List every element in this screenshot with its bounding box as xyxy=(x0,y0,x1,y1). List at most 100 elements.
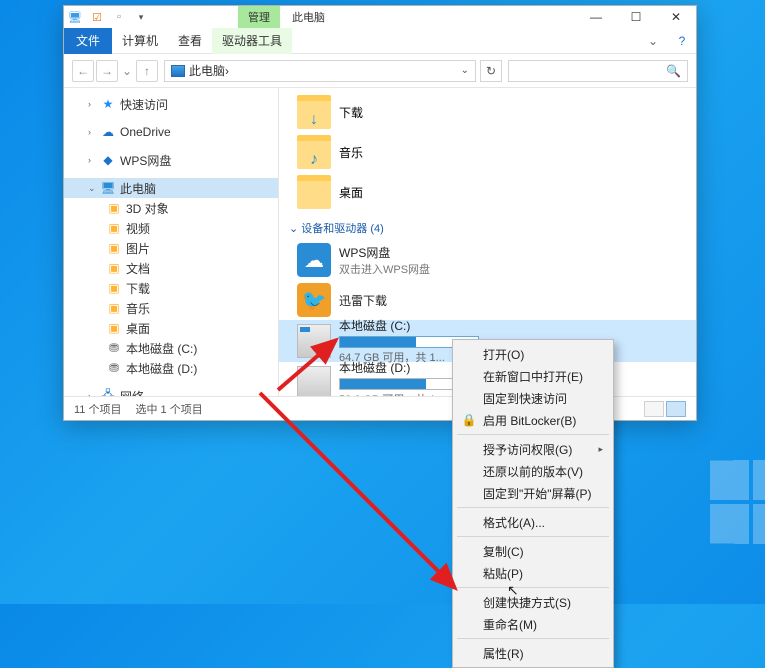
navigation-pane[interactable]: ›★快速访问 ›☁OneDrive ›◆WPS网盘 ⌄🖥此电脑 ▣3D 对象 ▣… xyxy=(64,88,279,396)
ctx-label: 重命名(M) xyxy=(483,616,537,633)
qat-dropdown-icon[interactable]: ▾ xyxy=(130,12,152,23)
sidebar-item-music[interactable]: ▣音乐 xyxy=(64,298,278,318)
status-item-count: 11 个项目 xyxy=(74,401,121,417)
ctx-shortcut[interactable]: 创建快捷方式(S) xyxy=(455,591,611,613)
ctx-open[interactable]: 打开(O) xyxy=(455,343,611,365)
ctx-label: 格式化(A)... xyxy=(483,514,545,531)
ctx-label: 属性(R) xyxy=(483,645,524,662)
drive-icon xyxy=(297,324,331,358)
title-bar: 🖥 ☑ ▫ ▾ 管理 此电脑 — ☐ ✕ xyxy=(64,6,696,28)
sidebar-item-network[interactable]: ›🖧网络 xyxy=(64,386,278,396)
sidebar-item-video[interactable]: ▣视频 xyxy=(64,218,278,238)
context-menu: 打开(O) 在新窗口中打开(E) 固定到快速访问 🔒启用 BitLocker(B… xyxy=(452,339,614,668)
xunlei-icon: 🐦 xyxy=(297,283,331,317)
wps-icon: ☁ xyxy=(297,243,331,277)
device-xunlei[interactable]: 🐦 迅雷下载 xyxy=(279,280,696,320)
sidebar-item-desktop[interactable]: ▣桌面 xyxy=(64,318,278,338)
sidebar-label: WPS网盘 xyxy=(120,152,171,169)
nav-back-button[interactable]: ← xyxy=(72,60,94,82)
window-title: 此电脑 xyxy=(292,9,325,25)
sidebar-item-downloads[interactable]: ▣下载 xyxy=(64,278,278,298)
ctx-separator xyxy=(457,434,609,435)
ctx-label: 还原以前的版本(V) xyxy=(483,463,583,480)
folder-desktop[interactable]: 桌面 xyxy=(279,172,696,212)
folder-downloads[interactable]: ↓ 下载 xyxy=(279,92,696,132)
address-bar[interactable]: 此电脑 › ⌄ xyxy=(164,60,476,82)
sidebar-item-quick-access[interactable]: ›★快速访问 xyxy=(64,94,278,114)
view-tiles-button[interactable] xyxy=(666,401,686,417)
sidebar-item-documents[interactable]: ▣文档 xyxy=(64,258,278,278)
folder-icon: ↓ xyxy=(297,95,331,129)
sidebar-label: 桌面 xyxy=(126,320,150,337)
contextual-tab-label: 管理 xyxy=(238,6,280,28)
ctx-open-new-window[interactable]: 在新窗口中打开(E) xyxy=(455,365,611,387)
nav-forward-button[interactable]: → xyxy=(96,60,118,82)
view-details-button[interactable] xyxy=(644,401,664,417)
breadcrumb-sep: › xyxy=(225,64,229,78)
ctx-label: 粘贴(P) xyxy=(483,565,523,582)
breadcrumb[interactable]: 此电脑 xyxy=(189,62,225,79)
sidebar-item-drive-c[interactable]: ⛃本地磁盘 (C:) xyxy=(64,338,278,358)
ctx-label: 创建快捷方式(S) xyxy=(483,594,571,611)
qat-item[interactable]: ▫ xyxy=(108,11,130,23)
folder-icon xyxy=(297,175,331,209)
ctx-restore-versions[interactable]: 还原以前的版本(V) xyxy=(455,460,611,482)
sidebar-label: 本地磁盘 (C:) xyxy=(126,340,197,357)
windows-logo xyxy=(710,459,765,544)
qat-check-icon[interactable]: ☑ xyxy=(86,11,108,24)
sidebar-item-drive-d[interactable]: ⛃本地磁盘 (D:) xyxy=(64,358,278,378)
explorer-icon: 🖥 xyxy=(64,11,86,24)
folder-label: 桌面 xyxy=(339,184,363,201)
ctx-grant-access[interactable]: 授予访问权限(G) xyxy=(455,438,611,460)
sidebar-label: 视频 xyxy=(126,220,150,237)
ribbon-collapse-icon[interactable]: ⌄ xyxy=(638,34,668,48)
sidebar-item-pictures[interactable]: ▣图片 xyxy=(64,238,278,258)
maximize-button[interactable]: ☐ xyxy=(616,6,656,28)
folder-music[interactable]: ♪音乐 xyxy=(279,132,696,172)
sidebar-item-onedrive[interactable]: ›☁OneDrive xyxy=(64,122,278,142)
refresh-button[interactable]: ↻ xyxy=(480,60,502,82)
tab-drive-tools[interactable]: 驱动器工具 xyxy=(212,28,292,54)
tab-computer[interactable]: 计算机 xyxy=(112,28,168,54)
help-icon[interactable]: ? xyxy=(668,34,696,48)
folder-label: 下载 xyxy=(339,104,363,121)
ctx-bitlocker[interactable]: 🔒启用 BitLocker(B) xyxy=(455,409,611,431)
ctx-label: 授予访问权限(G) xyxy=(483,441,572,458)
sidebar-item-this-pc[interactable]: ⌄🖥此电脑 xyxy=(64,178,278,198)
tab-file[interactable]: 文件 xyxy=(64,28,112,54)
ribbon-tabs: 文件 计算机 查看 驱动器工具 ⌄ ? xyxy=(64,28,696,54)
drive-label: 本地磁盘 (C:) xyxy=(339,317,696,334)
nav-up-button[interactable]: ↑ xyxy=(136,60,158,82)
ctx-label: 固定到快速访问 xyxy=(483,390,567,407)
sidebar-label: 下载 xyxy=(126,280,150,297)
ctx-format[interactable]: 格式化(A)... xyxy=(455,511,611,533)
ctx-properties[interactable]: 属性(R) xyxy=(455,642,611,664)
ctx-label: 在新窗口中打开(E) xyxy=(483,368,583,385)
nav-history-dropdown[interactable]: ⌄ xyxy=(120,60,134,82)
ctx-separator xyxy=(457,507,609,508)
address-dropdown-icon[interactable]: ⌄ xyxy=(461,65,469,76)
minimize-button[interactable]: — xyxy=(576,6,616,28)
annotation-arrow-2 xyxy=(260,393,470,608)
group-devices-header[interactable]: 设备和驱动器 (4) xyxy=(279,212,696,240)
sidebar-label: 音乐 xyxy=(126,300,150,317)
status-selection: 选中 1 个项目 xyxy=(135,401,202,417)
ctx-separator xyxy=(457,536,609,537)
search-icon: 🔍 xyxy=(666,64,681,78)
sidebar-label: 3D 对象 xyxy=(126,200,169,217)
sidebar-item-wps[interactable]: ›◆WPS网盘 xyxy=(64,150,278,170)
ctx-paste[interactable]: 粘贴(P) xyxy=(455,562,611,584)
sidebar-label: 图片 xyxy=(126,240,150,257)
search-input[interactable]: 🔍 xyxy=(508,60,688,82)
ctx-pin-start[interactable]: 固定到"开始"屏幕(P) xyxy=(455,482,611,504)
close-button[interactable]: ✕ xyxy=(656,6,696,28)
ctx-rename[interactable]: 重命名(M) xyxy=(455,613,611,635)
sidebar-label: OneDrive xyxy=(120,125,171,139)
ctx-copy[interactable]: 复制(C) xyxy=(455,540,611,562)
device-label: 迅雷下载 xyxy=(339,292,387,309)
folder-icon: ♪ xyxy=(297,135,331,169)
device-wps[interactable]: ☁ WPS网盘 双击进入WPS网盘 xyxy=(279,240,696,280)
ctx-pin-quick-access[interactable]: 固定到快速访问 xyxy=(455,387,611,409)
sidebar-item-3d[interactable]: ▣3D 对象 xyxy=(64,198,278,218)
tab-view[interactable]: 查看 xyxy=(168,28,212,54)
